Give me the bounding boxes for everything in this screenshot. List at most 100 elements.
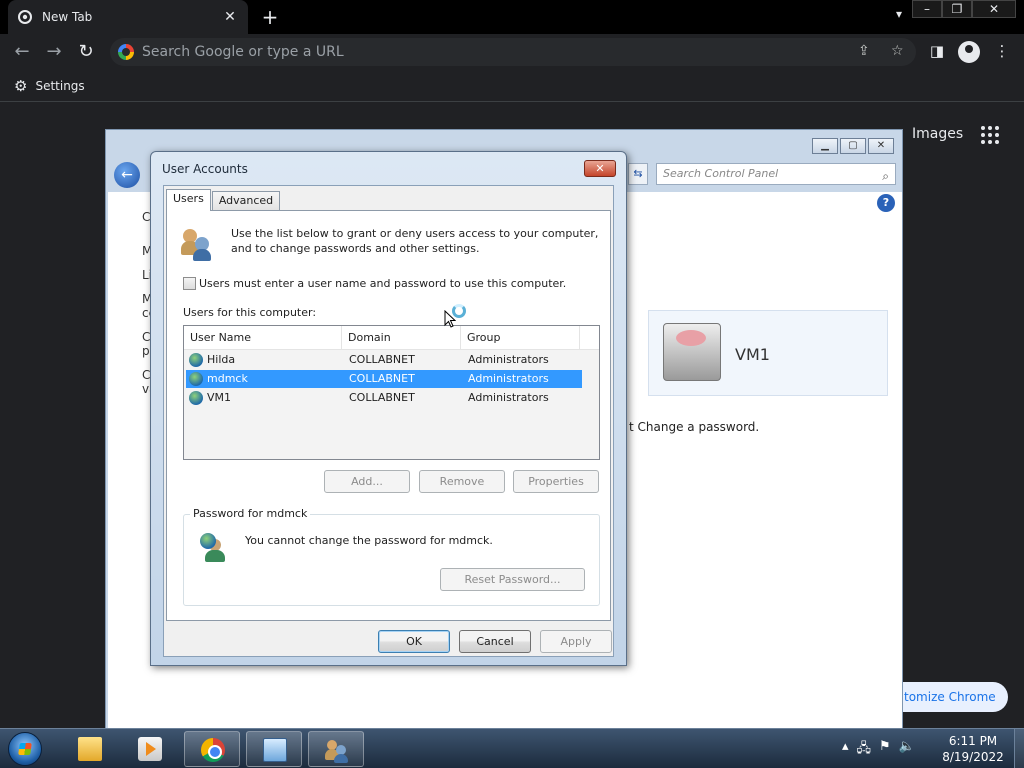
user-picture-icon: [663, 323, 721, 381]
properties-button[interactable]: Properties: [513, 470, 599, 493]
system-clock[interactable]: 6:11 PM 8/19/2022: [930, 733, 1016, 765]
must-enter-password-label[interactable]: Users must enter a user name and passwor…: [199, 277, 566, 290]
taskbar-chrome[interactable]: [184, 731, 240, 767]
taskbar-control-panel[interactable]: [246, 731, 302, 767]
table-row-selected[interactable]: mdmck COLLABNET Administrators: [186, 370, 582, 388]
user-globe-icon: [189, 353, 203, 367]
cancel-button[interactable]: Cancel: [459, 630, 531, 653]
tab-advanced[interactable]: Advanced: [211, 191, 281, 211]
column-header-domain[interactable]: Domain: [342, 326, 461, 350]
password-groupbox: Password for mdmck You cannot change the…: [183, 507, 600, 606]
user-globe-icon: [189, 391, 203, 405]
omnibox[interactable]: ⇪ ☆: [110, 38, 916, 66]
side-panel-icon[interactable]: ◨: [927, 42, 947, 60]
close-window-icon[interactable]: ✕: [972, 0, 1016, 18]
google-apps-grid-icon[interactable]: [981, 126, 999, 144]
folder-icon: [78, 737, 102, 761]
change-password-link[interactable]: t Change a password.: [629, 420, 759, 434]
show-desktop-button[interactable]: [1014, 729, 1024, 768]
tab-users[interactable]: Users: [166, 189, 211, 211]
taskbar-user-accounts[interactable]: [308, 731, 364, 767]
table-row[interactable]: VM1 COLLABNET Administrators: [186, 389, 582, 407]
tab-new-tab[interactable]: New Tab ✕: [8, 0, 248, 34]
bookmark-star-icon[interactable]: ☆: [891, 43, 904, 59]
ok-button[interactable]: OK: [378, 630, 450, 653]
tab-search-chevron-icon[interactable]: ▾: [896, 7, 902, 21]
users-tab-panel: Use the list below to grant or deny user…: [166, 210, 611, 621]
back-arrow-icon[interactable]: ←: [12, 42, 32, 62]
tab-close-icon[interactable]: ✕: [222, 9, 238, 25]
cell-group: Administrators: [468, 391, 549, 404]
customize-chrome-button[interactable]: tomize Chrome: [886, 682, 1008, 712]
share-icon[interactable]: ⇪: [858, 43, 870, 59]
browser-window-controls: – ❐ ✕: [912, 0, 1016, 18]
user-globe-icon: [189, 372, 203, 386]
intro-text: Use the list below to grant or deny user…: [231, 227, 599, 255]
taskbar-media-player[interactable]: [122, 731, 178, 767]
profile-avatar-icon[interactable]: [958, 41, 980, 63]
omnibox-input[interactable]: [142, 44, 842, 60]
cp-maximize-icon[interactable]: ▢: [840, 138, 866, 154]
control-panel-icon: [263, 738, 287, 762]
start-button-icon[interactable]: [8, 732, 42, 766]
help-icon[interactable]: ?: [877, 194, 895, 212]
dialog-tabs: Users Advanced: [166, 189, 281, 211]
cell-group: Administrators: [468, 372, 549, 385]
search-icon[interactable]: ⌕: [882, 166, 889, 186]
cell-domain: COLLABNET: [349, 353, 415, 366]
chrome-icon: [201, 738, 225, 762]
reset-password-button[interactable]: Reset Password...: [440, 568, 585, 591]
minimize-icon[interactable]: –: [912, 0, 942, 18]
user-accounts-dialog: User Accounts ✕ Users Advanced Use the l…: [150, 151, 627, 666]
cell-user-name: Hilda: [207, 353, 236, 366]
must-enter-password-row: Users must enter a user name and passwor…: [183, 277, 566, 290]
cp-back-arrow-icon[interactable]: ←: [114, 162, 140, 188]
column-header-user-name[interactable]: User Name: [184, 326, 342, 350]
apply-button[interactable]: Apply: [540, 630, 612, 653]
cp-close-icon[interactable]: ✕: [868, 138, 894, 154]
clock-date: 8/19/2022: [942, 750, 1004, 764]
forward-arrow-icon[interactable]: →: [44, 42, 64, 62]
vm1-label: VM1: [735, 345, 770, 364]
users-for-computer-label: Users for this computer:: [183, 306, 317, 319]
table-row[interactable]: Hilda COLLABNET Administrators: [186, 351, 582, 369]
cp-search-input[interactable]: Search Control Panel ⌕: [656, 163, 896, 185]
cp-minimize-icon[interactable]: ▁: [812, 138, 838, 154]
vm1-user-tile: VM1: [648, 310, 888, 396]
cp-search-placeholder: Search Control Panel: [663, 167, 779, 180]
action-center-flag-icon[interactable]: ⚑: [879, 739, 891, 761]
users-listview[interactable]: User Name Domain Group Hilda COLLABNET A…: [183, 325, 600, 460]
dialog-close-icon[interactable]: ✕: [584, 160, 616, 177]
remove-user-button[interactable]: Remove: [419, 470, 505, 493]
ntp-images-link[interactable]: Images: [912, 126, 963, 142]
new-tab-button[interactable]: +: [260, 6, 280, 28]
taskbar-explorer[interactable]: [62, 731, 118, 767]
windows-taskbar: ▴ 🖧 ⚑ 🔈 6:11 PM 8/19/2022: [0, 728, 1024, 768]
cell-domain: COLLABNET: [349, 372, 415, 385]
tab-title: New Tab: [42, 10, 93, 24]
volume-icon[interactable]: 🔈: [899, 739, 915, 761]
users-icon: [181, 227, 213, 261]
domain-user-icon: [200, 533, 230, 563]
busy-spinner-icon: [452, 304, 466, 318]
chrome-favicon-icon: [18, 10, 32, 24]
kebab-menu-icon[interactable]: ⋮: [992, 42, 1012, 60]
cp-window-controls: ▁ ▢ ✕: [812, 138, 894, 154]
gear-icon: ⚙: [14, 76, 28, 95]
column-header-group[interactable]: Group: [461, 326, 580, 350]
bookmark-settings[interactable]: Settings: [35, 79, 84, 93]
clock-time: 6:11 PM: [948, 734, 998, 748]
system-tray: ▴ 🖧 ⚑ 🔈: [842, 739, 915, 761]
show-hidden-icons-icon[interactable]: ▴: [842, 739, 849, 761]
password-message: You cannot change the password for mdmck…: [245, 534, 493, 547]
cell-user-name: VM1: [207, 391, 232, 404]
add-user-button[interactable]: Add...: [324, 470, 410, 493]
must-enter-password-checkbox[interactable]: [183, 277, 196, 290]
restore-icon[interactable]: ❐: [942, 0, 972, 18]
tab-strip: New Tab ✕ + ▾ – ❐ ✕: [0, 0, 1024, 34]
password-group-title: Password for mdmck: [190, 507, 311, 520]
network-icon[interactable]: 🖧: [857, 739, 872, 761]
reload-icon[interactable]: ↻: [76, 42, 96, 62]
cp-refresh-icon[interactable]: ⇆: [628, 163, 648, 185]
browser-toolbar: ← → ↻ ⇪ ☆ ◨ ⋮: [0, 34, 1024, 70]
